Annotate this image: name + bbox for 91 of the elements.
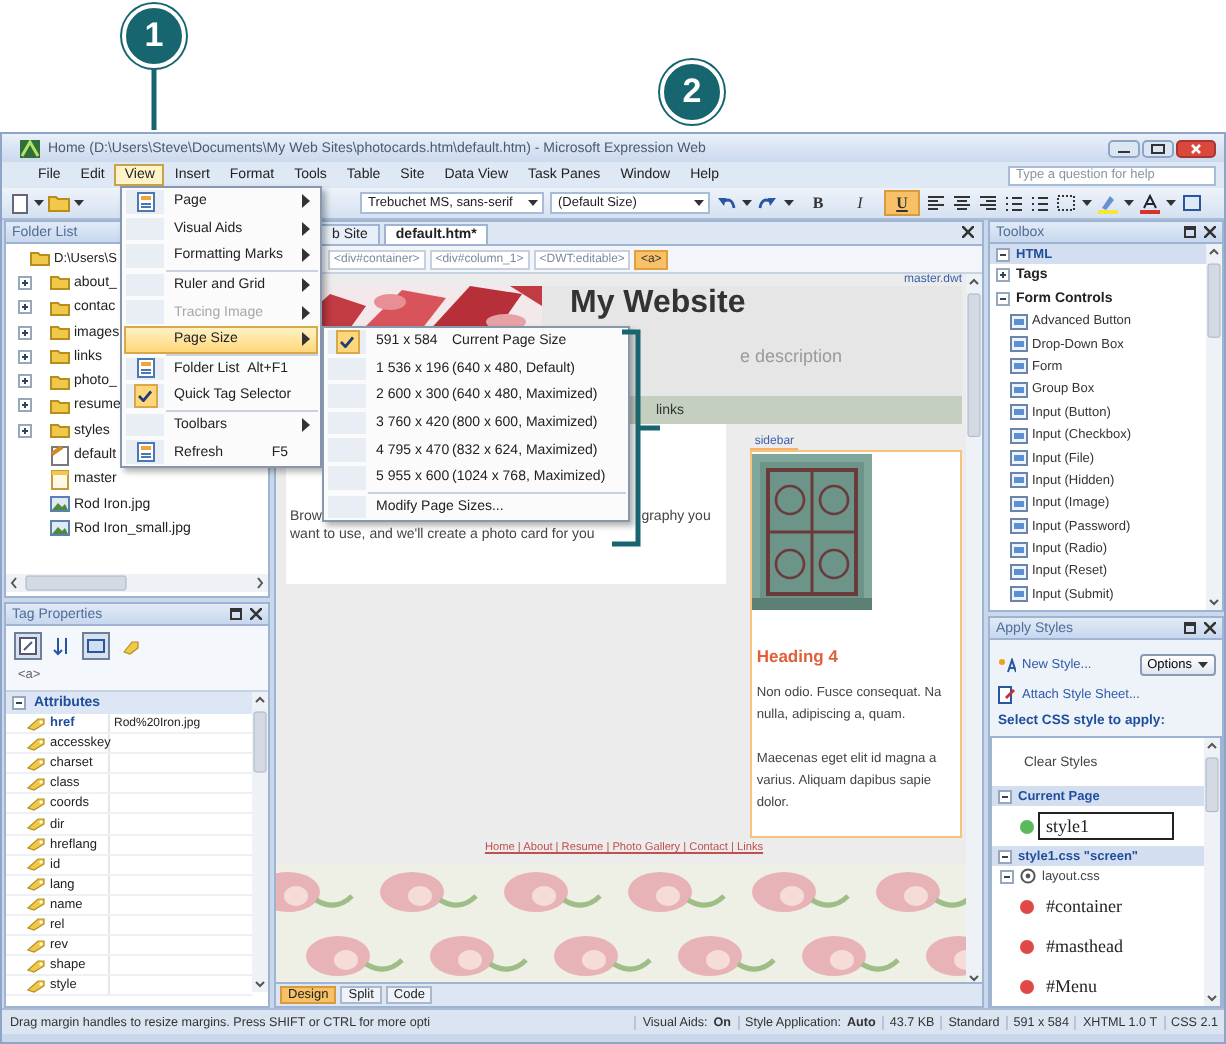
scrollbar[interactable] [6, 574, 268, 592]
expand-icon[interactable] [18, 374, 32, 389]
collapse-icon[interactable] [1000, 869, 1014, 883]
close-icon[interactable] [1204, 622, 1216, 634]
format-button[interactable]: I [842, 190, 878, 216]
close-icon[interactable] [250, 608, 262, 620]
document-icon [135, 358, 155, 379]
stylesheet-icon [1020, 868, 1036, 884]
close-icon[interactable] [1204, 226, 1216, 238]
heading: Heading 4 [756, 646, 840, 666]
align-center-icon[interactable] [952, 194, 972, 212]
attach-stylesheet-icon [998, 685, 1016, 703]
border-icon[interactable] [1056, 194, 1076, 212]
page-icon [50, 445, 70, 466]
scrollbar[interactable] [1204, 738, 1220, 1006]
css-rule-item[interactable]: #masthead [1038, 932, 1131, 960]
align-left-icon[interactable] [926, 194, 946, 212]
expand-icon[interactable] [18, 349, 32, 364]
font-color-icon[interactable] [1140, 193, 1160, 213]
scrollbar[interactable] [252, 692, 268, 992]
site-description: e description [740, 346, 843, 366]
expand-icon[interactable] [996, 268, 1010, 283]
property-icon [26, 735, 46, 752]
redo-icon[interactable] [758, 194, 778, 212]
collapse-icon[interactable] [12, 696, 26, 710]
property-icon [26, 876, 46, 893]
caret-icon[interactable] [74, 200, 84, 206]
expand-icon[interactable] [18, 300, 32, 315]
leader-line [151, 68, 157, 130]
bullet-list-icon[interactable] [1030, 194, 1050, 212]
restore-icon[interactable] [1184, 622, 1196, 634]
image-file-icon [50, 520, 70, 537]
grid-view-icon[interactable] [82, 632, 110, 660]
new-page-icon[interactable] [10, 193, 30, 213]
layer-icon[interactable] [1182, 194, 1202, 212]
caret-icon [1198, 662, 1208, 668]
caret-icon[interactable] [784, 200, 794, 206]
document-icon [135, 442, 155, 463]
image-file-icon [50, 496, 70, 513]
collapse-icon[interactable] [996, 291, 1010, 306]
callout-badge: 2 [660, 60, 724, 124]
align-right-icon[interactable] [978, 194, 998, 212]
property-icon [26, 836, 46, 853]
css-rule-item[interactable]: style1 [1038, 812, 1174, 840]
expand-icon[interactable] [18, 275, 32, 290]
scrollbar[interactable] [1206, 244, 1222, 610]
caret-icon[interactable] [34, 200, 44, 206]
format-button[interactable]: B [800, 190, 836, 216]
property-icon [26, 755, 46, 772]
caret-icon[interactable] [742, 200, 752, 206]
new-style-icon [998, 657, 1016, 673]
minimize-icon[interactable] [1108, 139, 1140, 157]
categorized-view-icon[interactable] [14, 632, 42, 660]
numbered-list-icon[interactable] [1004, 194, 1024, 212]
expand-icon[interactable] [18, 398, 32, 413]
caret-icon[interactable] [1166, 200, 1176, 206]
css-rule-item[interactable]: #container [1038, 892, 1130, 920]
site-title: My Website [570, 288, 748, 318]
caret-icon[interactable] [1082, 200, 1092, 206]
caret-icon[interactable] [1124, 200, 1134, 206]
property-icon [26, 856, 46, 873]
close-icon[interactable] [962, 226, 974, 238]
expand-icon[interactable] [18, 423, 32, 438]
property-icon [26, 937, 46, 954]
app-icon [20, 139, 40, 157]
maximize-icon[interactable] [1142, 139, 1174, 157]
property-icon [26, 977, 46, 994]
format-button[interactable]: U [884, 190, 920, 216]
undo-icon[interactable] [716, 194, 736, 212]
property-icon [26, 715, 46, 732]
restore-icon[interactable] [1184, 226, 1196, 238]
property-icon [26, 795, 46, 812]
property-icon [26, 775, 46, 792]
collapse-icon[interactable] [996, 247, 1010, 261]
collapse-icon[interactable] [998, 789, 1012, 803]
expand-icon[interactable] [18, 325, 32, 340]
document-icon [135, 191, 155, 212]
property-icon [26, 957, 46, 974]
submenu-arrow-icon [302, 418, 310, 433]
page-icon [50, 469, 70, 490]
scrollbar[interactable] [966, 274, 982, 982]
close-icon[interactable] [1176, 139, 1216, 157]
caret-icon [694, 200, 704, 206]
property-icon [26, 816, 46, 833]
property-icon [26, 916, 46, 933]
css-rule-item[interactable]: #Menu [1038, 972, 1105, 1000]
property-icon [26, 896, 46, 913]
restore-icon[interactable] [230, 608, 242, 620]
collapse-icon[interactable] [998, 849, 1012, 863]
caret-icon [528, 200, 538, 206]
callout-badge: 1 [122, 4, 186, 68]
